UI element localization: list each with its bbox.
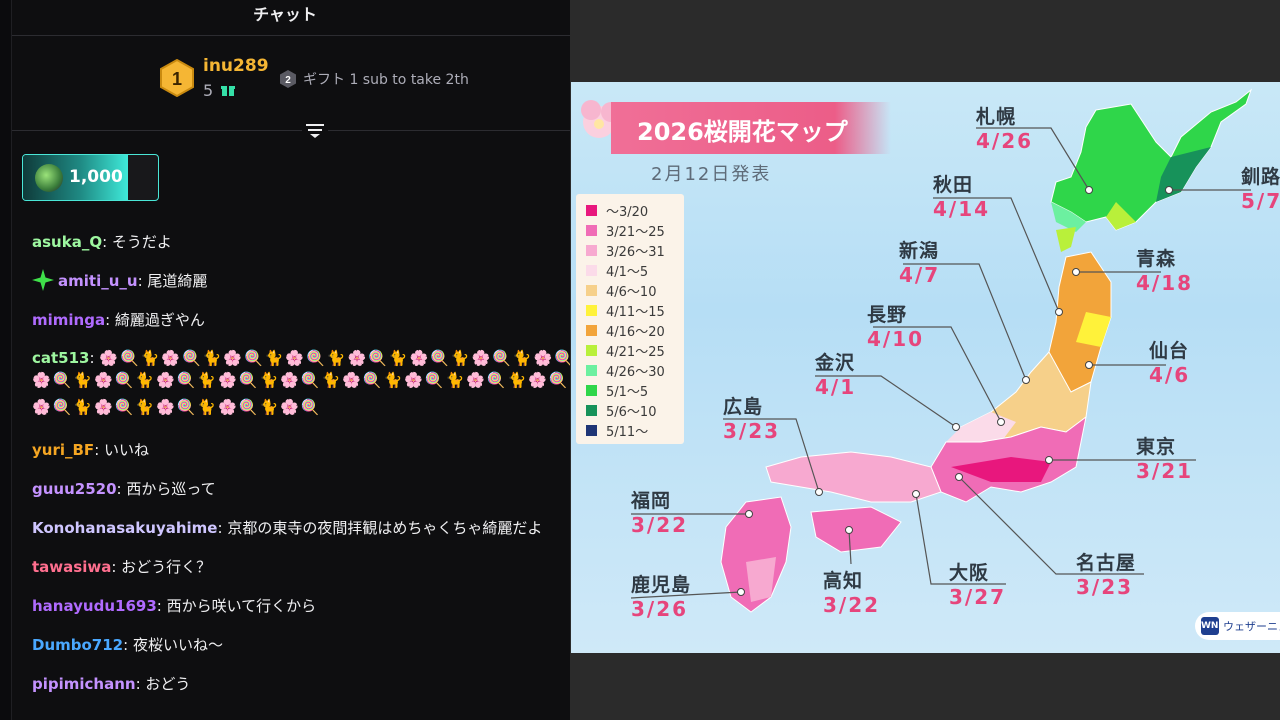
region-oshima	[1056, 227, 1076, 252]
chat-username[interactable]: yuri_BF	[32, 441, 94, 459]
city-label-kagoshima: 鹿児島 3/26	[631, 574, 692, 621]
chat-message: pipimichann: おどう	[32, 675, 191, 693]
emote-row: 🌸🍭🐈🌸🍭🐈🌸🍭🐈🌸🍭🐈🌸🍭🐈🌸🍭🐈🌸🍭🐈🌸🍭🐈🌸🍭🐈	[32, 371, 570, 389]
city-label-osaka: 大阪 3/27	[949, 562, 1007, 609]
city-label-sapporo: 札幌 4/26	[976, 106, 1034, 153]
chat-username[interactable]: Dumbo712	[32, 636, 123, 654]
chat-username[interactable]: hanayudu1693	[32, 597, 157, 615]
chat-text: おどう	[145, 675, 191, 693]
map-legend: 〜3/20 3/21〜25 3/26〜31 4/1〜5 4/6〜10 4/11〜…	[576, 194, 684, 444]
gift-leaderboard[interactable]: 1 inu289 5 2 ギフト 1 sub to take 2th	[12, 52, 570, 108]
map-title: 2026桜開花マップ	[637, 118, 848, 146]
chat-username[interactable]: guuu2520	[32, 480, 117, 498]
chat-text: いいね	[104, 441, 150, 459]
city-label-nagano: 長野 4/10	[867, 304, 925, 351]
pinned-amount: 1,000	[69, 167, 123, 187]
chat-header: チャット	[12, 0, 570, 36]
chat-text: 尾道綺麗	[147, 272, 208, 290]
chat-message: tawasiwa: おどう行く？	[32, 558, 212, 576]
chat-username[interactable]: cat513	[32, 349, 90, 367]
city-label-kochi: 高知 3/22	[823, 570, 881, 617]
map-date: 2月12日発表	[651, 164, 772, 185]
city-label-nagoya: 名古屋 3/23	[1076, 552, 1137, 599]
city-label-fukuoka: 福岡 3/22	[631, 490, 689, 537]
sakura-map-image: 2026桜開花マップ 2月12日発表 〜3/20 3/21〜25 3/26〜31…	[571, 82, 1280, 653]
rank-1-badge-icon: 1	[160, 59, 194, 97]
city-label-tokyo: 東京 3/21	[1136, 436, 1194, 483]
emote-row: 🌸🍭🐈🌸🍭🐈🌸🍭🐈🌸🍭🐈🌸🍭🐈🌸🍭🐈🌸🍭🐈🌸🍭🐈🌸🍭	[99, 349, 570, 367]
emote-row: 🌸🍭🐈🌸🍭🐈🌸🍭🐈🌸🍭🐈🌸🍭	[32, 398, 322, 416]
rank-2-number: 2	[285, 75, 291, 86]
chat-panel: チャット 1 inu289 5 2 ギフト 1 sub to take 2th …	[12, 0, 570, 720]
chat-username[interactable]: Konohanasakuyahime	[32, 519, 217, 537]
pinned-hype-chat[interactable]: 1,000	[22, 154, 159, 201]
star-icon	[32, 269, 54, 291]
weathernews-mark-icon: WNI	[1201, 617, 1222, 635]
collapse-chevron-icon	[306, 124, 324, 138]
chat-username[interactable]: amiti_u_u	[58, 272, 138, 290]
chat-text: 京都の東寺の夜間拝観はめちゃくちゃ綺麗だよ	[227, 519, 543, 537]
region-shikoku	[810, 506, 902, 553]
gift-icon	[221, 86, 235, 96]
chat-text: 西から巡って	[126, 480, 216, 498]
chat-text: 夜桜いいね〜	[132, 636, 223, 654]
chat-message: guuu2520: 西から巡って	[32, 480, 216, 498]
weathernews-logo-text: ウェザーニュ	[1223, 620, 1280, 633]
city-label-kanazawa: 金沢 4/1	[815, 352, 857, 399]
city-label-hiroshima: 広島 3/23	[723, 396, 781, 443]
chat-username[interactable]: miminga	[32, 311, 105, 329]
region-hokkaido	[1050, 88, 1253, 231]
rank-1-username[interactable]: inu289	[203, 56, 269, 76]
city-label-akita: 秋田 4/14	[933, 174, 991, 221]
chat-username[interactable]: tawasiwa	[32, 558, 111, 576]
city-label-sendai: 仙台 4/6	[1149, 340, 1191, 387]
avatar	[35, 164, 63, 192]
leaderboard-divider	[12, 130, 570, 131]
chat-message: miminga: 綺麗過ぎやん	[32, 311, 205, 329]
chat-message: yuri_BF: いいね	[32, 441, 150, 459]
rank-1-number: 1	[172, 69, 182, 89]
chat-username[interactable]: asuka_Q	[32, 233, 102, 251]
weathernews-logo: WNI ウェザーニュ	[1195, 612, 1280, 640]
rank-2-text: ギフト 1 sub to take 2th	[303, 72, 469, 88]
rank-2-badge-icon: 2	[280, 70, 296, 88]
chat-text: 西から咲いて行くから	[166, 597, 317, 615]
chat-message: amiti_u_u: 尾道綺麗	[32, 268, 570, 294]
chat-text: 綺麗過ぎやん	[114, 311, 205, 329]
rank-1-gift-count: 5	[203, 81, 214, 100]
collapse-leaderboard-button[interactable]	[302, 120, 328, 142]
chat-message: Dumbo712: 夜桜いいね〜	[32, 636, 223, 654]
city-label-kushiro: 釧路 5/7	[1241, 166, 1280, 213]
chat-message-list: asuka_Q: そうだよ amiti_u_u: 尾道綺麗 miminga: 綺…	[12, 204, 570, 720]
city-markers	[737, 186, 1173, 596]
video-player[interactable]: 2026桜開花マップ 2月12日発表 〜3/20 3/21〜25 3/26〜31…	[570, 0, 1280, 720]
chat-username[interactable]: pipimichann	[32, 675, 136, 693]
side-strip	[0, 0, 12, 720]
city-label-aomori: 青森 4/18	[1136, 248, 1194, 295]
chat-text: そうだよ	[111, 233, 172, 251]
chat-message: asuka_Q: そうだよ	[32, 233, 172, 251]
chat-title: チャット	[253, 4, 317, 24]
chat-message: Konohanasakuyahime: 京都の東寺の夜間拝観はめちゃくちゃ綺麗だ…	[32, 519, 543, 537]
chat-message: cat513: 🌸🍭🐈🌸🍭🐈🌸🍭🐈🌸🍭🐈🌸🍭🐈🌸🍭🐈🌸🍭🐈🌸🍭🐈🌸🍭	[32, 345, 570, 371]
chat-message: hanayudu1693: 西から咲いて行くから	[32, 597, 317, 615]
city-label-niigata: 新潟 4/7	[899, 240, 941, 287]
chat-text: おどう行く？	[121, 558, 212, 576]
